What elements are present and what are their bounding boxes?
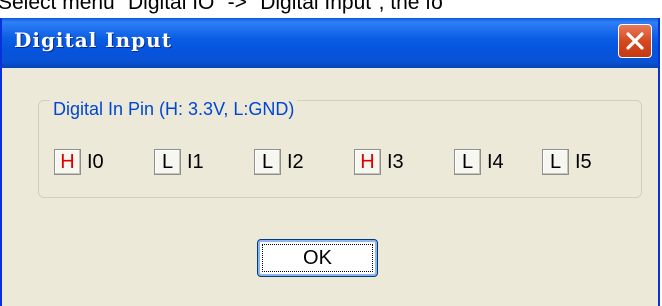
ok-button[interactable]: OK: [257, 239, 378, 277]
pin-i4: L I4: [454, 148, 504, 176]
pin-i3: H I3: [354, 148, 404, 176]
pin-i0-label: I0: [87, 150, 104, 173]
pin-i3-state-button[interactable]: H: [354, 149, 381, 175]
group-legend: Digital In Pin (H: 3.3V, L:GND): [50, 98, 298, 120]
pin-i5-label: I5: [575, 150, 592, 173]
digital-input-dialog: Digital Input Digital In Pin (H: 3.3V, L…: [0, 18, 660, 306]
pin-i2-label: I2: [287, 150, 304, 173]
pin-i5-state-button[interactable]: L: [542, 149, 569, 175]
dialog-title: Digital Input: [14, 28, 172, 52]
close-button[interactable]: [618, 24, 652, 58]
ok-button-focus-ring: [262, 244, 373, 272]
pin-i1: L I1: [154, 148, 204, 176]
pin-i0: H I0: [54, 148, 104, 176]
pin-i1-state-button[interactable]: L: [154, 149, 181, 175]
pin-i4-label: I4: [487, 150, 504, 173]
close-icon: [626, 32, 644, 50]
pin-i0-state-button[interactable]: H: [54, 149, 81, 175]
document-caption-text: Select menu "Digital IO" -> "Digital Inp…: [0, 0, 443, 14]
pin-i1-label: I1: [187, 150, 204, 173]
pin-i2: L I2: [254, 148, 304, 176]
pin-i2-state-button[interactable]: L: [254, 149, 281, 175]
pin-i4-state-button[interactable]: L: [454, 149, 481, 175]
pin-i3-label: I3: [387, 150, 404, 173]
document-caption-strip: Select menu "Digital IO" -> "Digital Inp…: [0, 0, 662, 18]
pin-i5: L I5: [542, 148, 592, 176]
dialog-title-bar[interactable]: Digital Input: [2, 18, 658, 68]
